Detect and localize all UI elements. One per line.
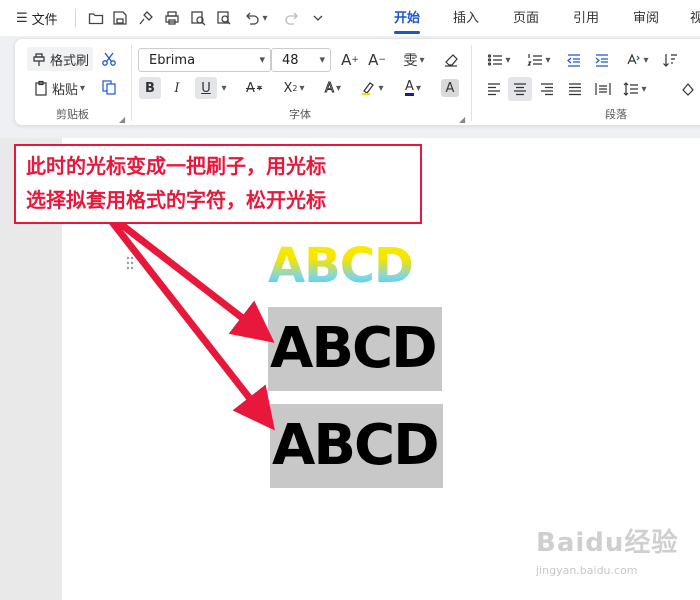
format-painter-label: 格式刷 bbox=[49, 53, 89, 69]
paste-button[interactable]: 粘贴 ▾ bbox=[27, 77, 91, 99]
align-right-icon[interactable] bbox=[536, 79, 558, 99]
annotation-line-1: 此时的光标变成一把刷子，用光标 bbox=[26, 154, 326, 178]
paragraph-group-label: 段落 bbox=[605, 108, 627, 121]
undo-icon[interactable]: ▾ bbox=[242, 8, 270, 28]
character-shading-icon[interactable]: A bbox=[441, 79, 459, 97]
superscript-icon[interactable]: X 2 ▾ bbox=[278, 77, 310, 99]
italic-button[interactable]: I bbox=[166, 77, 188, 99]
more-icon[interactable] bbox=[308, 8, 328, 28]
clipboard-group-label: 剪贴板 bbox=[56, 108, 89, 121]
tab-page[interactable]: 页面 bbox=[513, 9, 539, 29]
phonetic-guide-icon[interactable]: 雯 ▾ bbox=[397, 50, 431, 70]
chevron-down-icon: ▾ bbox=[79, 82, 86, 94]
shading-icon[interactable] bbox=[677, 79, 699, 99]
tab-home[interactable]: 开始 bbox=[394, 9, 420, 29]
redo-icon[interactable] bbox=[282, 8, 302, 28]
clear-formatting-icon[interactable] bbox=[440, 50, 462, 70]
underline-dropdown-icon[interactable]: ▾ bbox=[217, 77, 229, 99]
font-size-select[interactable]: 48 ▾ bbox=[271, 48, 331, 72]
print-icon[interactable] bbox=[162, 8, 182, 28]
font-name-value: Ebrima bbox=[149, 52, 196, 68]
increase-indent-icon[interactable] bbox=[591, 50, 613, 70]
format-painter-icon[interactable] bbox=[136, 8, 156, 28]
align-center-icon[interactable] bbox=[508, 77, 532, 101]
distributed-align-icon[interactable] bbox=[592, 79, 614, 99]
watermark-url: jingyan.baidu.com bbox=[536, 564, 638, 577]
chevron-down-icon: ▾ bbox=[319, 53, 325, 66]
menu-bar: ☰ 文件 ▾ 开始 插入 页面 引用 审阅 视 bbox=[0, 0, 700, 36]
selected-text-1[interactable]: ABCD bbox=[268, 307, 442, 391]
drag-handle-icon[interactable] bbox=[126, 256, 134, 272]
undo-dropdown-icon[interactable]: ▾ bbox=[262, 13, 267, 24]
group-divider bbox=[131, 45, 132, 121]
numbering-icon[interactable]: ▾ bbox=[523, 50, 555, 70]
cut-icon[interactable] bbox=[99, 49, 119, 69]
tab-view[interactable]: 视 bbox=[690, 9, 700, 29]
font-size-value: 48 bbox=[282, 52, 299, 68]
font-name-select[interactable]: Ebrima ▾ bbox=[138, 48, 271, 72]
print-preview-icon[interactable] bbox=[188, 8, 208, 28]
active-tab-indicator bbox=[394, 31, 420, 34]
annotation-line-2: 选择拟套用格式的字符，松开光标 bbox=[26, 188, 326, 212]
toolbar-separator bbox=[75, 9, 76, 27]
selected-text-2[interactable]: ABCD bbox=[270, 404, 443, 488]
line-spacing-icon[interactable]: ▾ bbox=[619, 79, 651, 99]
file-menu-label: 文件 bbox=[31, 12, 58, 28]
annotation-callout: 此时的光标变成一把刷子，用光标 选择拟套用格式的字符，松开光标 bbox=[14, 144, 422, 224]
tab-references[interactable]: 引用 bbox=[573, 9, 599, 29]
text-effects-icon[interactable]: A ▾ bbox=[317, 77, 349, 99]
clipboard-launcher-icon[interactable]: ◢ bbox=[119, 115, 125, 124]
menu-icon: ☰ bbox=[16, 10, 28, 26]
tab-review[interactable]: 审阅 bbox=[633, 9, 659, 29]
gradient-text[interactable]: ABCD bbox=[268, 238, 414, 298]
bullets-icon[interactable]: ▾ bbox=[483, 50, 515, 70]
ribbon: 格式刷 粘贴 ▾ 剪贴板 ◢ Ebrima ▾ 48 ▾ A + A − 雯 ▾ B … bbox=[14, 38, 700, 126]
watermark: Baidu经验 jingyan.baidu.com bbox=[536, 522, 679, 577]
open-folder-icon[interactable] bbox=[86, 8, 106, 28]
chevron-down-icon: ▾ bbox=[259, 53, 265, 66]
find-icon[interactable] bbox=[214, 8, 234, 28]
decrease-indent-icon[interactable] bbox=[563, 50, 585, 70]
highlight-icon[interactable]: ▾ bbox=[356, 77, 388, 99]
font-color-icon[interactable]: A ▾ bbox=[397, 77, 429, 99]
strikethrough-icon[interactable]: A ▾ bbox=[239, 77, 269, 99]
decrease-font-size-icon[interactable]: A − bbox=[366, 50, 388, 70]
increase-font-size-icon[interactable]: A + bbox=[339, 50, 361, 70]
sort-icon[interactable] bbox=[659, 50, 681, 70]
text-direction-icon[interactable]: ▾ bbox=[621, 50, 653, 70]
bold-button[interactable]: B bbox=[139, 77, 161, 99]
font-group-label: 字体 bbox=[289, 108, 311, 121]
save-icon[interactable] bbox=[110, 8, 130, 28]
underline-button[interactable]: U bbox=[195, 77, 217, 99]
tab-insert[interactable]: 插入 bbox=[453, 9, 479, 29]
watermark-logo: Baidu经验 bbox=[536, 528, 679, 558]
format-painter-button[interactable]: 格式刷 bbox=[27, 47, 93, 71]
justify-icon[interactable] bbox=[564, 79, 586, 99]
group-divider bbox=[471, 45, 472, 121]
font-launcher-icon[interactable]: ◢ bbox=[459, 115, 465, 124]
copy-icon[interactable] bbox=[99, 77, 119, 97]
paste-label: 粘贴 bbox=[51, 82, 78, 98]
align-left-icon[interactable] bbox=[483, 79, 505, 99]
file-menu[interactable]: ☰ 文件 bbox=[16, 8, 58, 28]
